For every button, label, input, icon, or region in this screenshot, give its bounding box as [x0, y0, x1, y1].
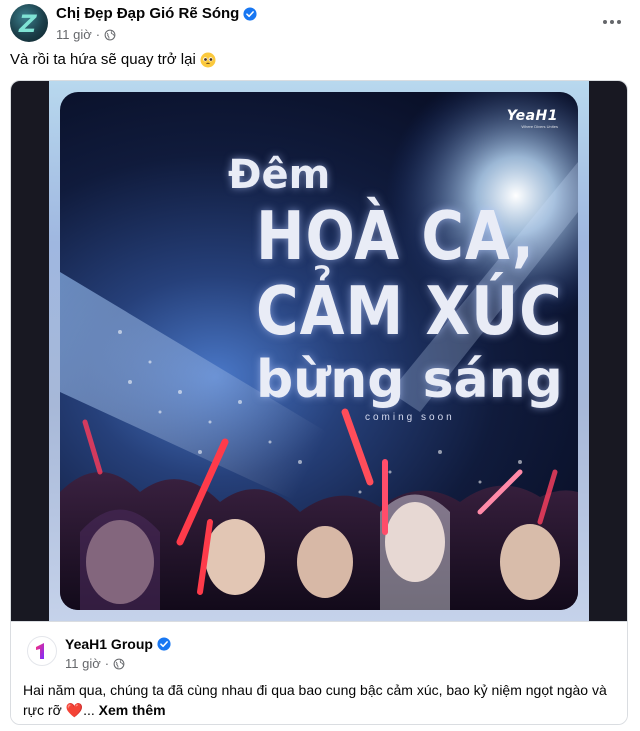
author-row: Chị Đẹp Đạp Gió Rẽ Sóng	[56, 5, 257, 22]
verified-badge-icon	[157, 637, 171, 651]
event-poster-image: YeaH1 Where Divers Unites Đêm HOÀ CA, CẢ…	[60, 92, 578, 610]
shared-post-text: Hai năm qua, chúng ta đã cùng nhau đi qu…	[23, 680, 619, 720]
shared-media[interactable]: YeaH1 Where Divers Unites Đêm HOÀ CA, CẢ…	[11, 81, 627, 621]
author-avatar[interactable]: Z	[10, 4, 48, 42]
pleading-face-emoji-icon	[200, 52, 216, 67]
group-avatar[interactable]	[27, 636, 57, 666]
post-caption: Và rồi ta hứa sẽ quay trở lại	[10, 51, 216, 68]
poster-headline-line4: bừng sáng	[256, 350, 563, 410]
poster-coming-soon: coming soon	[365, 412, 455, 423]
post-time[interactable]: 11 giờ	[56, 27, 92, 42]
shared-post-meta: 11 giờ ·	[65, 656, 125, 671]
see-more-link[interactable]: Xem thêm	[99, 702, 166, 718]
meta-separator: ·	[95, 27, 101, 42]
poster-frame: YeaH1 Where Divers Unites Đêm HOÀ CA, CẢ…	[49, 81, 589, 621]
globe-icon	[113, 658, 125, 669]
post-caption-text: Và rồi ta hứa sẽ quay trở lại	[10, 51, 196, 68]
globe-icon	[104, 29, 116, 40]
author-name[interactable]: Chị Đẹp Đạp Gió Rẽ Sóng	[56, 5, 239, 22]
yeah1-logo-icon	[36, 643, 44, 659]
heart-emoji-icon: ❤️	[65, 702, 84, 718]
post-meta: 11 giờ ·	[56, 27, 116, 42]
brand-tagline: Where Divers Unites	[521, 124, 558, 129]
poster-headline-line2: HOÀ CA,	[256, 196, 535, 276]
ellipsis: ...	[83, 702, 95, 718]
more-options-button[interactable]	[598, 8, 626, 36]
post-header: Z Chị Đẹp Đạp Gió Rẽ Sóng 11 giờ ·	[0, 0, 640, 48]
shared-post-card[interactable]: YeaH1 Where Divers Unites Đêm HOÀ CA, CẢ…	[10, 80, 628, 725]
meta-separator: ·	[104, 656, 110, 671]
shared-post-time[interactable]: 11 giờ	[65, 656, 101, 671]
group-row: YeaH1 Group	[65, 636, 171, 652]
poster-headline-line3: CẢM XÚC	[256, 271, 563, 351]
verified-badge-icon	[243, 6, 257, 21]
brand-name: YeaH1	[506, 108, 558, 124]
yeah1-brand-logo: YeaH1 Where Divers Unites	[507, 108, 558, 129]
poster-headline-line1: Đêm	[228, 152, 331, 198]
group-name[interactable]: YeaH1 Group	[65, 636, 153, 652]
shared-post-footer: YeaH1 Group 11 giờ · Hai năm qua, chúng …	[11, 621, 627, 724]
avatar-logo-icon: Z	[16, 10, 40, 38]
